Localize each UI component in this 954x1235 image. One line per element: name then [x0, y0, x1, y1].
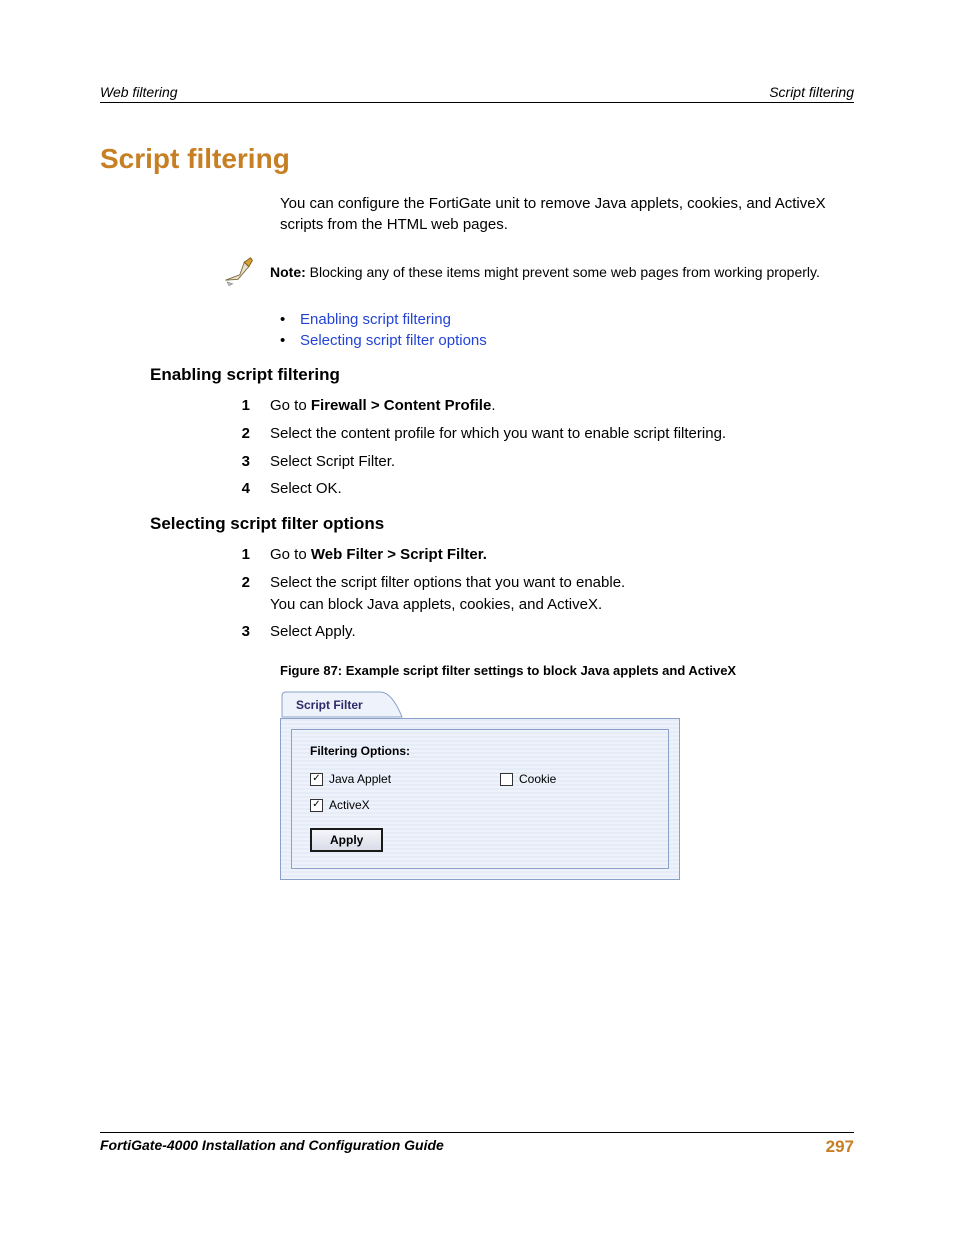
- header-left: Web filtering: [100, 84, 178, 100]
- intro-paragraph: You can configure the FortiGate unit to …: [280, 193, 844, 235]
- footer-guide-title: FortiGate-4000 Installation and Configur…: [100, 1137, 444, 1157]
- step-number: 4: [220, 478, 250, 500]
- apply-button[interactable]: Apply: [310, 828, 383, 852]
- group-label: Filtering Options:: [310, 744, 650, 758]
- toc-links: • Enabling script filtering • Selecting …: [280, 311, 854, 349]
- bullet-icon: •: [280, 311, 286, 328]
- page-title: Script filtering: [100, 143, 854, 175]
- step-text: Select the script filter options that yo…: [270, 572, 854, 594]
- step-body: Select OK.: [270, 478, 854, 500]
- note-text: Note: Blocking any of these items might …: [270, 257, 820, 283]
- step-body: Select Apply.: [270, 621, 854, 643]
- link-enabling-script-filtering[interactable]: Enabling script filtering: [300, 311, 451, 328]
- check-icon: ✓: [312, 774, 320, 784]
- step-number: 1: [220, 395, 250, 417]
- tab-script-filter[interactable]: Script Filter: [286, 692, 373, 732]
- heading-enabling: Enabling script filtering: [150, 365, 854, 385]
- step-text: .: [491, 397, 495, 414]
- figure-caption: Figure 87: Example script filter setting…: [280, 663, 854, 678]
- checkbox-cookie[interactable]: [500, 773, 513, 786]
- checkbox-java-applet[interactable]: ✓: [310, 773, 323, 786]
- step-text: Go to: [270, 397, 311, 414]
- figure-screenshot: Script Filter Filtering Options: ✓ Java …: [280, 690, 680, 880]
- step-bold: Web Filter > Script Filter.: [311, 546, 487, 563]
- note-label: Note:: [270, 264, 306, 280]
- step-text: Go to: [270, 546, 311, 563]
- step-body: Go to Web Filter > Script Filter.: [270, 544, 854, 566]
- heading-selecting: Selecting script filter options: [150, 514, 854, 534]
- page-header: Web filtering Script filtering: [100, 84, 854, 103]
- checkbox-label: Java Applet: [329, 772, 391, 786]
- step-number: 3: [220, 451, 250, 473]
- step-body: Select the content profile for which you…: [270, 423, 854, 445]
- step-body: Select the script filter options that yo…: [270, 572, 854, 616]
- page-footer: FortiGate-4000 Installation and Configur…: [100, 1132, 854, 1157]
- check-icon: ✓: [312, 800, 320, 810]
- note-body: Blocking any of these items might preven…: [306, 264, 820, 280]
- step-body: Select Script Filter.: [270, 451, 854, 473]
- bullet-icon: •: [280, 332, 286, 349]
- step-number: 1: [220, 544, 250, 566]
- step-text: You can block Java applets, cookies, and…: [270, 594, 854, 616]
- step-number: 2: [220, 423, 250, 445]
- note-icon: [220, 255, 256, 291]
- step-number: 2: [220, 572, 250, 616]
- page-number: 297: [826, 1137, 854, 1157]
- step-bold: Firewall > Content Profile: [311, 397, 491, 414]
- step-number: 3: [220, 621, 250, 643]
- note-block: Note: Blocking any of these items might …: [220, 257, 844, 291]
- checkbox-activex[interactable]: ✓: [310, 799, 323, 812]
- header-right: Script filtering: [769, 84, 854, 100]
- step-body: Go to Firewall > Content Profile.: [270, 395, 854, 417]
- checkbox-label: Cookie: [519, 772, 556, 786]
- link-selecting-script-filter-options[interactable]: Selecting script filter options: [300, 332, 487, 349]
- checkbox-label: ActiveX: [329, 798, 370, 812]
